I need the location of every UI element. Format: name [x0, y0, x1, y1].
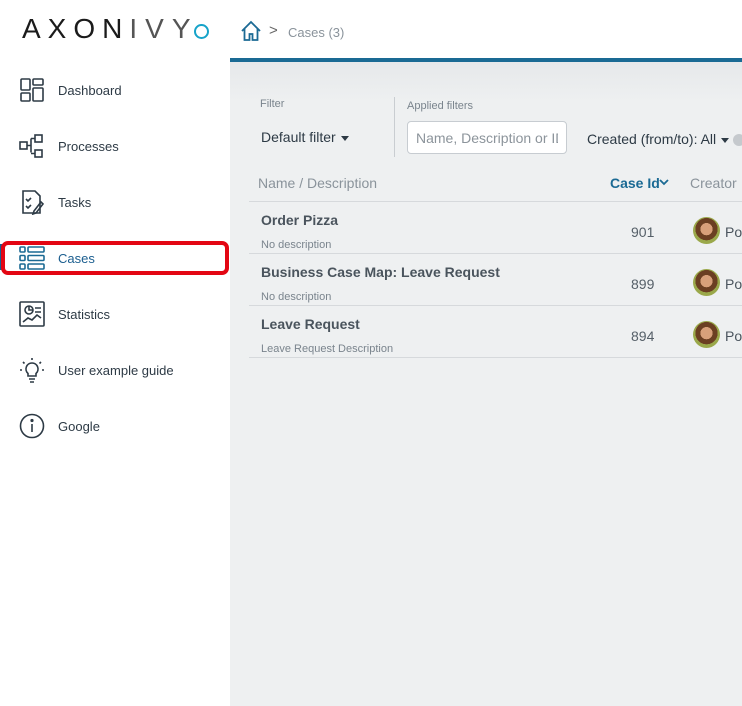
- sort-chevron-down-icon[interactable]: [659, 177, 669, 187]
- case-description: No description: [261, 291, 332, 303]
- case-description: Leave Request Description: [261, 343, 394, 355]
- case-id: 901: [631, 224, 655, 240]
- statistics-icon: [19, 301, 45, 327]
- column-header-creator[interactable]: Creator: [690, 175, 737, 191]
- logo-text: AXON: [22, 13, 130, 44]
- case-description: No description: [261, 239, 332, 251]
- filter-label: Filter: [260, 98, 285, 110]
- case-id: 894: [631, 328, 655, 344]
- sidebar-item-label: Processes: [58, 139, 119, 154]
- case-creator: Po: [725, 328, 742, 344]
- logo-text-thin: IVY: [129, 13, 199, 44]
- created-filter-dropdown[interactable]: Created (from/to): All: [587, 131, 742, 147]
- sidebar-item-label: Tasks: [58, 195, 92, 210]
- sidebar-item-cases[interactable]: Cases: [0, 230, 230, 286]
- sidebar-item-label: Dashboard: [58, 83, 122, 98]
- caret-down-icon: [721, 137, 730, 143]
- avatar: [693, 321, 720, 348]
- sidebar-item-processes[interactable]: Processes: [0, 118, 230, 174]
- case-title: Order Pizza: [261, 212, 339, 228]
- created-filter-label: Created (from/to): All: [587, 131, 717, 147]
- breadcrumb-current: Cases (3): [288, 25, 345, 40]
- info-icon: [19, 413, 45, 439]
- case-title: Business Case Map: Leave Request: [261, 264, 500, 280]
- column-header-name[interactable]: Name / Description: [258, 175, 377, 191]
- sidebar: AXONIVY Dashboard Processes Tasks Cases …: [0, 0, 230, 706]
- sidebar-item-label: Cases: [58, 251, 95, 266]
- column-header-case-id[interactable]: Case Id: [610, 175, 660, 191]
- logo: AXONIVY: [22, 13, 199, 44]
- tasks-icon: [22, 190, 45, 215]
- sidebar-menu: Dashboard Processes Tasks Cases Statisti…: [0, 62, 230, 454]
- sidebar-item-label: Google: [58, 419, 100, 434]
- table-row[interactable]: Leave Request Leave Request Description …: [249, 306, 742, 358]
- sidebar-item-label: User example guide: [58, 363, 174, 378]
- caret-down-icon: [340, 135, 349, 141]
- sidebar-item-tasks[interactable]: Tasks: [0, 174, 230, 230]
- applied-filters-label: Applied filters: [407, 100, 474, 112]
- case-title: Leave Request: [261, 316, 360, 332]
- main-content: [230, 62, 742, 706]
- cases-icon: [19, 246, 45, 270]
- sidebar-item-google[interactable]: Google: [0, 398, 230, 454]
- case-id: 899: [631, 276, 655, 292]
- table-row[interactable]: Order Pizza No description 901 Po: [249, 202, 742, 254]
- filter-value: Default filter: [261, 129, 336, 145]
- logo-circle-icon: [194, 24, 209, 39]
- breadcrumb-separator: >: [269, 22, 278, 39]
- sidebar-item-label: Statistics: [58, 307, 111, 322]
- filter-dropdown[interactable]: Default filter: [261, 129, 349, 145]
- sidebar-item-dashboard[interactable]: Dashboard: [0, 62, 230, 118]
- filter-divider: [394, 97, 395, 157]
- lightbulb-icon: [20, 358, 44, 383]
- processes-icon: [19, 134, 43, 158]
- sidebar-item-statistics[interactable]: Statistics: [0, 286, 230, 342]
- avatar: [693, 217, 720, 244]
- case-creator: Po: [725, 276, 742, 292]
- clear-filter-icon[interactable]: [733, 134, 742, 147]
- case-creator: Po: [725, 224, 742, 240]
- active-indicator: [0, 244, 3, 270]
- home-icon[interactable]: [240, 20, 262, 42]
- table-row[interactable]: Business Case Map: Leave Request No desc…: [249, 254, 742, 306]
- dashboard-icon: [20, 78, 44, 102]
- avatar: [693, 269, 720, 296]
- search-input[interactable]: [407, 121, 567, 154]
- sidebar-item-user-example-guide[interactable]: User example guide: [0, 342, 230, 398]
